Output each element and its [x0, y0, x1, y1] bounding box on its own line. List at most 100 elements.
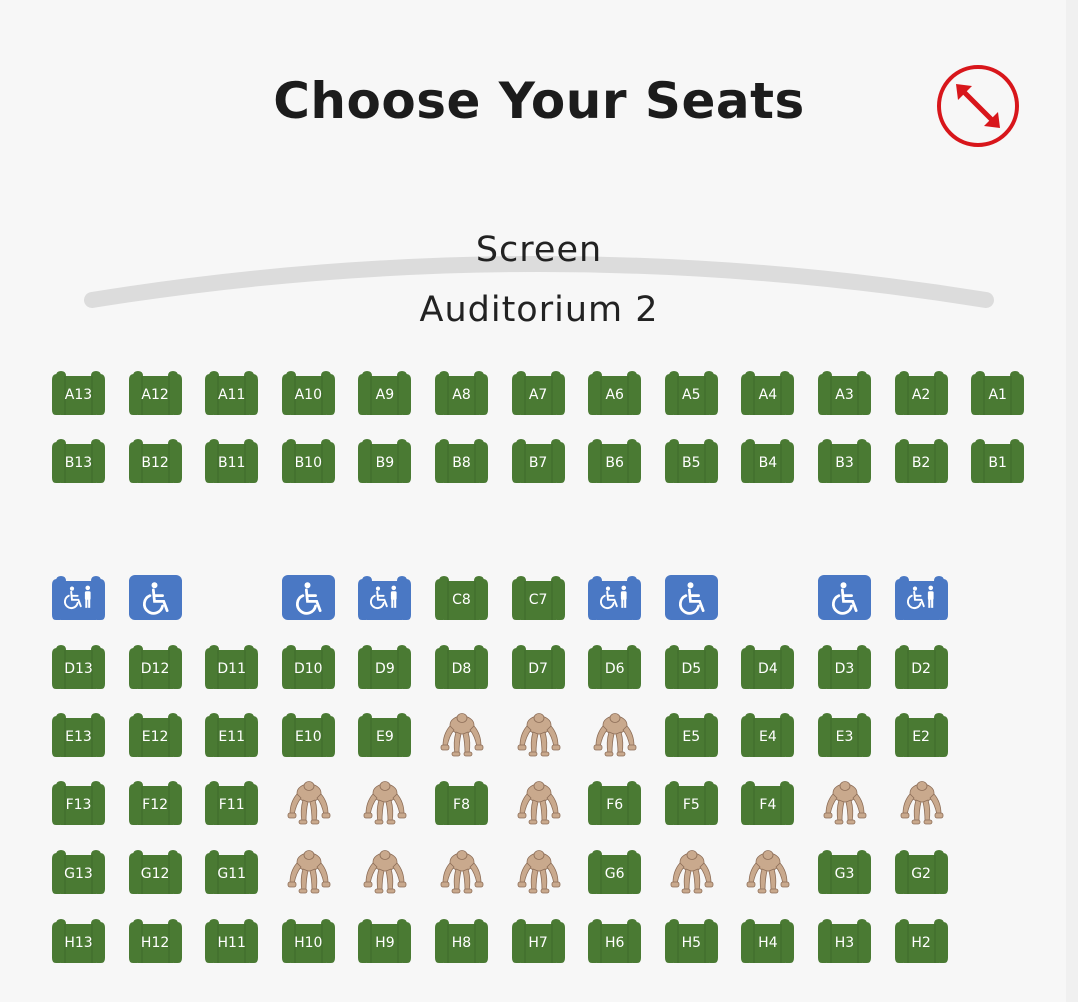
wheelchair-seat-c3[interactable]: [818, 575, 871, 620]
seat-d6[interactable]: D6: [588, 644, 642, 689]
wheelchair-seat-c10[interactable]: [281, 575, 335, 620]
seat-d10[interactable]: D10: [281, 644, 335, 689]
seat-h4[interactable]: H4: [741, 918, 795, 963]
seat-d12[interactable]: D12: [128, 644, 182, 689]
seat-h9[interactable]: H9: [358, 918, 412, 963]
seat-label: D6: [604, 660, 625, 677]
seat-a1[interactable]: A1: [971, 370, 1025, 415]
seat-h8[interactable]: H8: [435, 918, 488, 963]
seat-e4[interactable]: E4: [741, 712, 795, 757]
seat-a5[interactable]: A5: [664, 370, 718, 415]
seat-d11[interactable]: D11: [205, 644, 259, 689]
seat-a10[interactable]: A10: [281, 370, 335, 415]
seat-e12[interactable]: E12: [128, 712, 182, 757]
seat-d3[interactable]: D3: [818, 644, 871, 689]
seat-label: D12: [140, 660, 170, 677]
seat-a2[interactable]: A2: [894, 370, 948, 415]
seat-f5[interactable]: F5: [664, 780, 718, 825]
seat-b1[interactable]: B1: [971, 438, 1025, 483]
seat-a7[interactable]: A7: [511, 370, 565, 415]
seat-e11[interactable]: E11: [205, 712, 259, 757]
seat-a3[interactable]: A3: [818, 370, 871, 415]
seat-d4[interactable]: D4: [741, 644, 795, 689]
seat-b5[interactable]: B5: [664, 438, 718, 483]
seat-a6[interactable]: A6: [588, 370, 642, 415]
seat-g11[interactable]: G11: [205, 849, 259, 894]
seat-c7[interactable]: C7: [511, 575, 565, 620]
seat-b11[interactable]: B11: [205, 438, 259, 483]
seat-b10[interactable]: B10: [281, 438, 335, 483]
seat-h13[interactable]: H13: [52, 918, 105, 963]
seat-label: F4: [759, 796, 777, 813]
seat-b2[interactable]: B2: [894, 438, 948, 483]
expand-button[interactable]: [936, 64, 1020, 148]
occupied-figure-icon: [363, 850, 407, 894]
seat-a9[interactable]: A9: [358, 370, 412, 415]
seat-h11[interactable]: H11: [205, 918, 259, 963]
seat-d2[interactable]: D2: [894, 644, 948, 689]
seat-e10[interactable]: E10: [281, 712, 335, 757]
seat-b7[interactable]: B7: [511, 438, 565, 483]
seat-h10[interactable]: H10: [281, 918, 335, 963]
seat-b13[interactable]: B13: [52, 438, 105, 483]
seat-f6[interactable]: F6: [588, 780, 642, 825]
seat-e3[interactable]: E3: [818, 712, 871, 757]
seat-h12[interactable]: H12: [128, 918, 182, 963]
seat-d9[interactable]: D9: [358, 644, 412, 689]
occupied-seat-f3: [818, 780, 871, 825]
seat-d8[interactable]: D8: [435, 644, 488, 689]
seat-e5[interactable]: E5: [664, 712, 718, 757]
companion-seat-c13[interactable]: [52, 575, 105, 620]
seat-b3[interactable]: B3: [818, 438, 871, 483]
seat-label: F12: [142, 796, 169, 813]
seat-f11[interactable]: F11: [205, 780, 259, 825]
seat-label: B2: [911, 454, 931, 471]
seat-label: D3: [834, 660, 855, 677]
seat-label: D13: [64, 660, 93, 677]
seat-g6[interactable]: G6: [588, 849, 642, 894]
seat-g2[interactable]: G2: [894, 849, 948, 894]
seat-d7[interactable]: D7: [511, 644, 565, 689]
seat-f4[interactable]: F4: [741, 780, 795, 825]
seat-b12[interactable]: B12: [128, 438, 182, 483]
seat-a11[interactable]: A11: [205, 370, 259, 415]
seat-e13[interactable]: E13: [52, 712, 105, 757]
companion-seat-c6[interactable]: [588, 575, 642, 620]
seat-b8[interactable]: B8: [435, 438, 488, 483]
seat-d13[interactable]: D13: [52, 644, 105, 689]
seat-a13[interactable]: A13: [52, 370, 105, 415]
occupied-seat-g9: [358, 849, 411, 894]
seat-g12[interactable]: G12: [128, 849, 182, 894]
seat-a4[interactable]: A4: [741, 370, 795, 415]
seat-a8[interactable]: A8: [435, 370, 488, 415]
seat-label: B5: [682, 454, 701, 471]
companion-seat-c2[interactable]: [894, 575, 948, 620]
seat-f13[interactable]: F13: [52, 780, 105, 825]
seat-h6[interactable]: H6: [588, 918, 642, 963]
seat-b6[interactable]: B6: [588, 438, 642, 483]
seat-h3[interactable]: H3: [818, 918, 871, 963]
companion-seat-c9[interactable]: [358, 575, 412, 620]
seat-label: G6: [604, 865, 625, 882]
seat-h5[interactable]: H5: [664, 918, 718, 963]
seat-d5[interactable]: D5: [664, 644, 718, 689]
seat-b9[interactable]: B9: [358, 438, 412, 483]
seat-label: G11: [217, 865, 247, 882]
seat-e9[interactable]: E9: [358, 712, 412, 757]
seat-e2[interactable]: E2: [894, 712, 948, 757]
seat-g13[interactable]: G13: [52, 849, 105, 894]
seat-label: E12: [141, 728, 169, 745]
seat-c8[interactable]: C8: [435, 575, 488, 620]
seat-b4[interactable]: B4: [741, 438, 795, 483]
wheelchair-seat-c12[interactable]: [128, 575, 182, 620]
seat-f12[interactable]: F12: [128, 780, 182, 825]
seat-label: C8: [452, 591, 471, 608]
occupied-figure-icon: [440, 713, 484, 757]
scrollbar[interactable]: [1066, 0, 1078, 1002]
seat-h2[interactable]: H2: [894, 918, 948, 963]
seat-a12[interactable]: A12: [128, 370, 182, 415]
wheelchair-seat-c5[interactable]: [664, 575, 718, 620]
seat-f8[interactable]: F8: [435, 780, 488, 825]
seat-h7[interactable]: H7: [511, 918, 565, 963]
seat-g3[interactable]: G3: [818, 849, 871, 894]
